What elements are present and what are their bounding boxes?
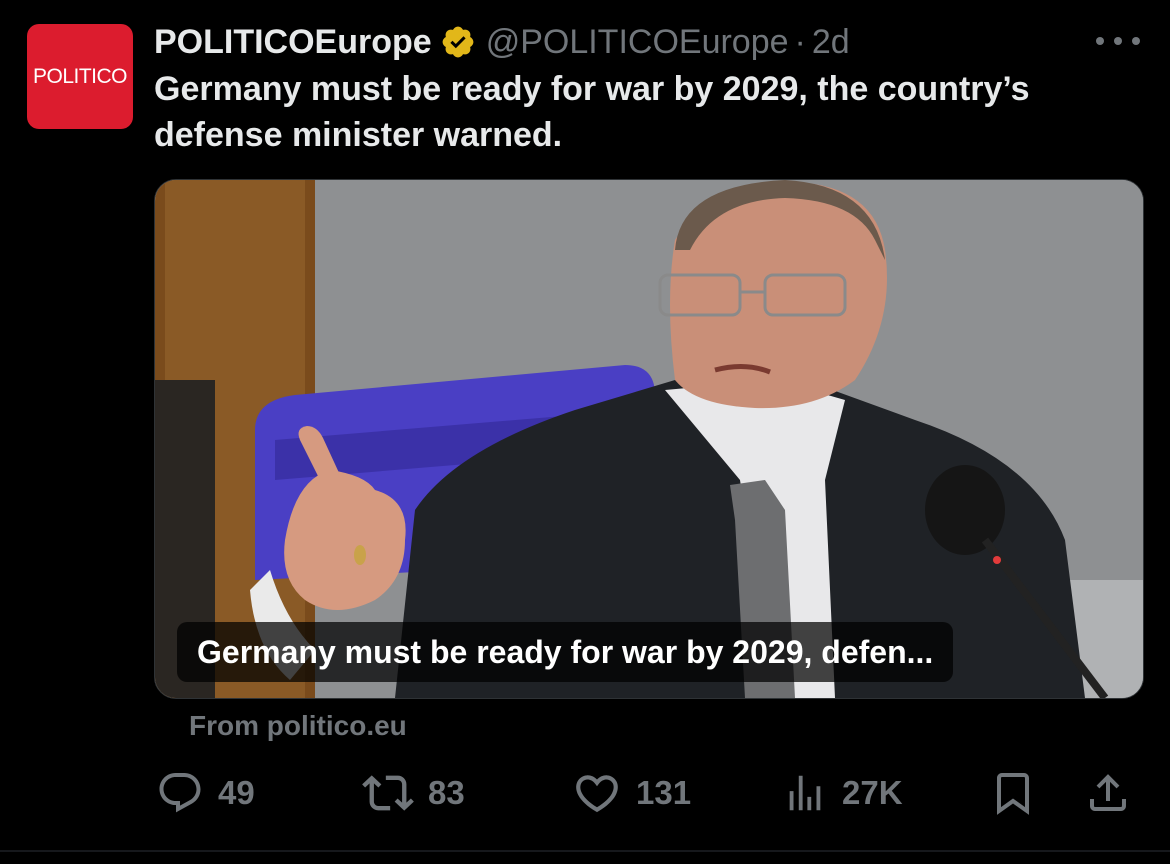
action-bar: 49 83 131 27K [154, 765, 1144, 821]
share-button[interactable] [1084, 765, 1132, 821]
reply-icon [159, 773, 201, 813]
views-count: 27K [842, 774, 903, 811]
more-dot [1096, 37, 1104, 45]
repost-icon [362, 775, 414, 811]
repost-button[interactable]: 83 [362, 765, 465, 821]
divider [0, 850, 1170, 852]
reply-count: 49 [218, 774, 255, 811]
tweet-header: POLITICOEurope @POLITICOEurope · 2d [154, 20, 1140, 64]
link-source[interactable]: From politico.eu [189, 710, 407, 742]
heart-icon [576, 775, 618, 813]
verified-badge-icon[interactable] [440, 24, 476, 60]
more-icon[interactable] [1096, 26, 1140, 56]
avatar[interactable]: POLITICO [27, 24, 133, 129]
article-photo [155, 180, 1143, 698]
like-button[interactable]: 131 [572, 765, 691, 821]
avatar-logo-text: POLITICO [32, 64, 128, 88]
reply-button[interactable]: 49 [156, 765, 255, 821]
repost-count: 83 [428, 774, 465, 811]
card-caption: Germany must be ready for war by 2029, d… [177, 622, 954, 682]
more-dot [1132, 37, 1140, 45]
handle[interactable]: @POLITICOEurope [486, 23, 789, 62]
bookmark-icon [997, 773, 1029, 815]
more-dot [1114, 37, 1122, 45]
display-name[interactable]: POLITICOEurope [154, 23, 432, 62]
bookmark-button[interactable] [989, 765, 1037, 821]
like-count: 131 [636, 774, 692, 811]
timestamp[interactable]: 2d [812, 23, 850, 62]
share-icon [1090, 774, 1126, 811]
link-card[interactable]: Germany must be ready for war by 2029, d… [154, 179, 1144, 699]
views-button[interactable]: 27K [782, 765, 903, 821]
views-icon [789, 775, 821, 811]
tweet-text: Germany must be ready for war by 2029, t… [154, 70, 1030, 154]
separator-dot: · [794, 22, 806, 61]
